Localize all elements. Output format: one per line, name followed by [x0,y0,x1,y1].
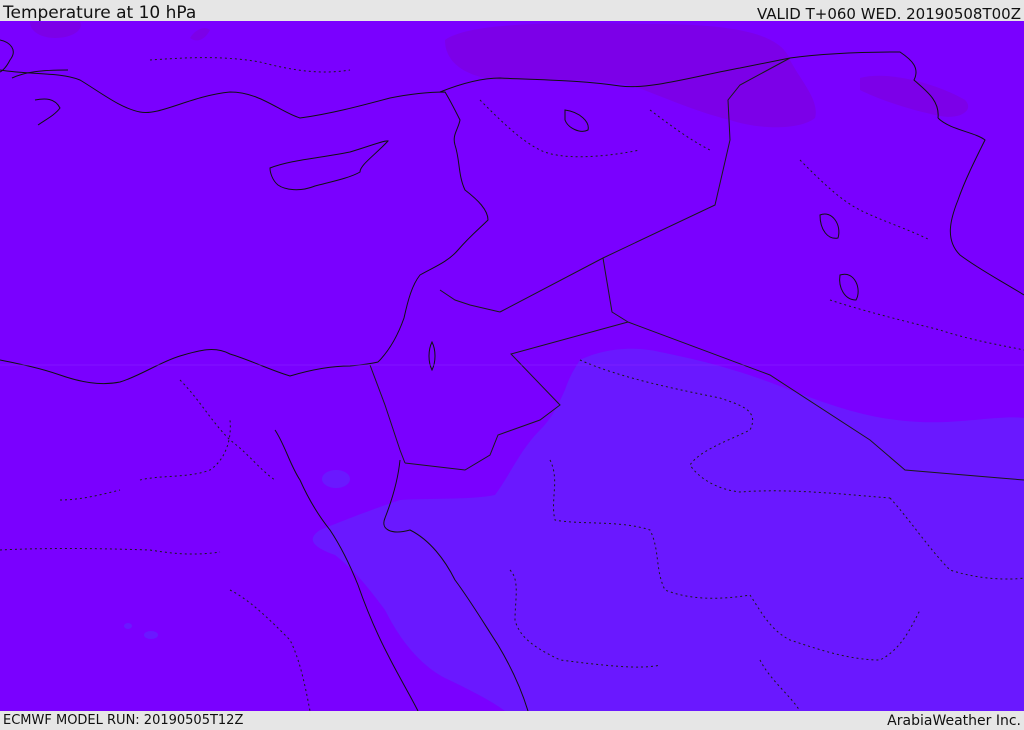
footer-bar: ECMWF MODEL RUN: 20190505T12Z ArabiaWeat… [0,711,1024,729]
cool-patch-west-2 [124,623,132,629]
credit-label: ArabiaWeather Inc. [887,713,1021,729]
model-run-label: ECMWF MODEL RUN: 20190505T12Z [3,713,244,728]
header-bar: Temperature at 10 hPa VALID T+060 WED. 2… [0,0,1024,23]
weather-map[interactable] [0,21,1024,711]
cool-patch-west-1 [144,631,158,639]
map-canvas [0,21,1024,711]
map-title: Temperature at 10 hPa [3,3,197,23]
cool-patch-sinai [322,470,350,488]
